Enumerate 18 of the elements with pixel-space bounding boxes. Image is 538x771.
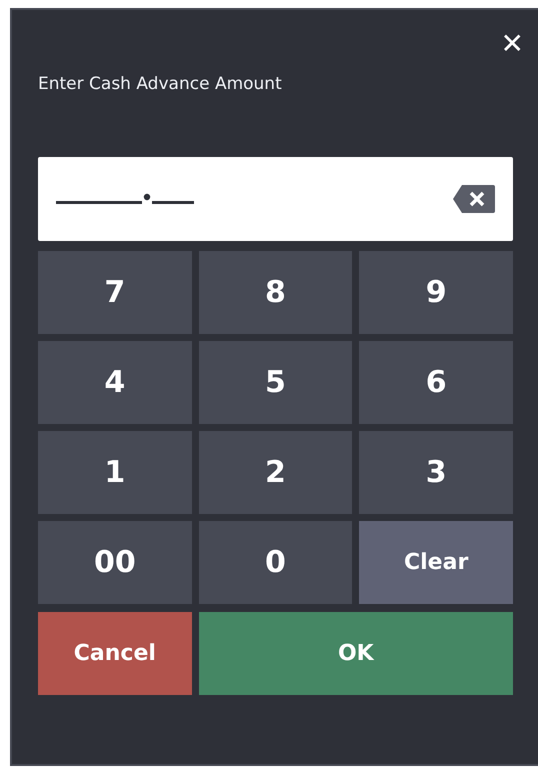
digit-key[interactable]: 4 xyxy=(38,341,192,424)
digit-key[interactable]: 2 xyxy=(198,431,352,514)
close-button[interactable]: ✕ xyxy=(500,30,524,58)
cancel-button[interactable]: Cancel xyxy=(38,612,192,695)
digit-key[interactable]: 9 xyxy=(359,251,513,334)
digit-key[interactable]: 3 xyxy=(359,431,513,514)
digit-key[interactable]: 00 xyxy=(38,521,192,604)
backspace-icon[interactable] xyxy=(453,184,495,214)
digit-key[interactable]: 8 xyxy=(198,251,352,334)
digit-key[interactable]: 0 xyxy=(198,521,352,604)
digit-key[interactable]: 7 xyxy=(38,251,192,334)
digit-key[interactable]: 1 xyxy=(38,431,192,514)
clear-button[interactable]: Clear xyxy=(359,521,513,604)
digit-key[interactable]: 5 xyxy=(198,341,352,424)
digit-key[interactable]: 6 xyxy=(359,341,513,424)
dialog-title: Enter Cash Advance Amount xyxy=(38,73,282,96)
ok-button[interactable]: OK xyxy=(198,612,513,695)
amount-field[interactable] xyxy=(38,157,513,241)
